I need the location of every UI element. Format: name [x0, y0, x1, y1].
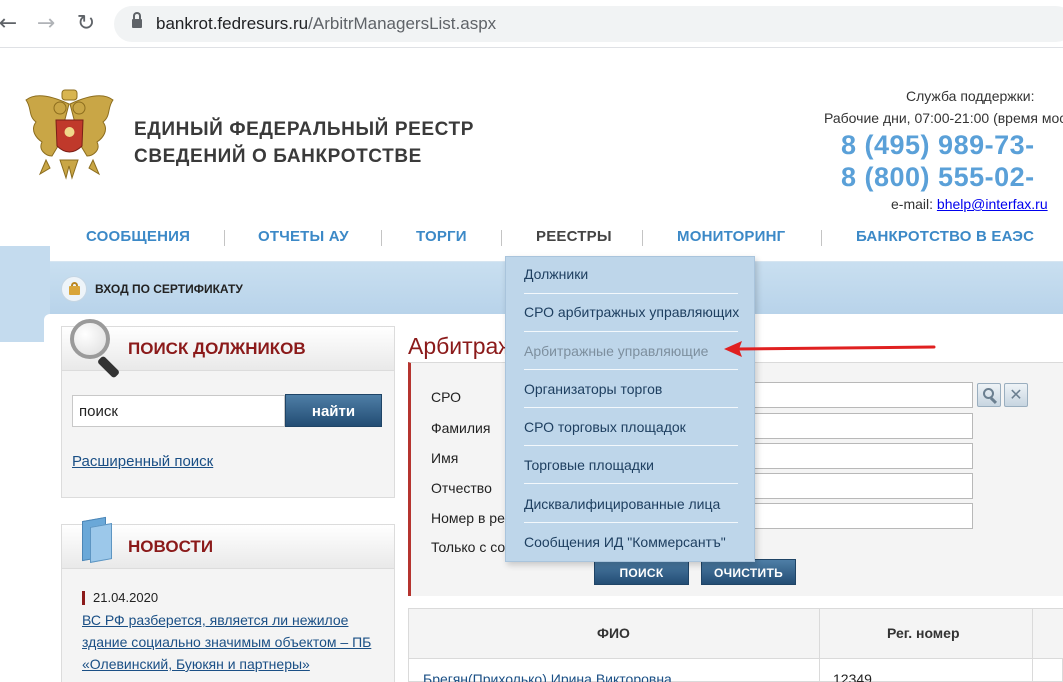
- back-icon[interactable]: ←: [0, 10, 22, 38]
- forward-icon[interactable]: →: [32, 10, 60, 38]
- news-title: НОВОСТИ: [128, 537, 214, 556]
- patronymic-input[interactable]: [744, 473, 973, 499]
- email-label: e-mail:: [891, 196, 934, 212]
- column-header-fio[interactable]: ФИО: [597, 625, 630, 641]
- menu-separator: [224, 230, 225, 246]
- page-title: Арбитраж: [408, 333, 514, 359]
- dropdown-separator: [524, 407, 738, 408]
- url-path: /ArbitrManagersList.aspx: [308, 14, 497, 33]
- dropdown-item-sro-trade-platforms[interactable]: СРО торговых площадок: [524, 419, 686, 435]
- menu-item-registries[interactable]: РЕЕСТРЫ: [536, 228, 612, 245]
- dropdown-separator: [524, 522, 738, 523]
- menu-item-eaeu-bankruptcy[interactable]: БАНКРОТСТВО В ЕАЭС: [856, 228, 1034, 245]
- label-first-name: Имя: [431, 450, 459, 466]
- support-phone-1: 8 (495) 989-73-: [841, 130, 1035, 160]
- column-divider: [819, 609, 820, 682]
- label-sro: СРО: [431, 389, 462, 405]
- column-divider: [1032, 609, 1033, 682]
- label-only-with: Только с со: [431, 539, 506, 555]
- reload-icon[interactable]: ↻: [72, 10, 100, 38]
- newspaper-icon: [78, 516, 114, 567]
- dropdown-item-sro-managers[interactable]: СРО арбитражных управляющих: [524, 304, 739, 320]
- dropdown-separator: [524, 293, 738, 294]
- find-button[interactable]: найти: [285, 394, 382, 427]
- registries-dropdown: Должники СРО арбитражных управляющих Арб…: [505, 256, 755, 562]
- certificate-lock-icon[interactable]: [61, 276, 87, 302]
- dropdown-separator: [524, 369, 738, 370]
- site-title-line2: СВЕДЕНИЙ О БАНКРОТСТВЕ: [134, 146, 422, 167]
- menu-separator: [501, 230, 502, 246]
- menu-separator: [381, 230, 382, 246]
- menu-item-trades[interactable]: ТОРГИ: [416, 228, 467, 245]
- site-title[interactable]: ЕДИНЫЙ ФЕДЕРАЛЬНЫЙ РЕЕСТР СВЕДЕНИЙ О БАН…: [134, 116, 474, 170]
- column-header-reg-number[interactable]: Рег. номер: [887, 625, 960, 641]
- table-row-name-link[interactable]: Брегян(Прихолько) Ирина Викторовна: [423, 671, 672, 682]
- support-phone-2: 8 (800) 555-02-: [841, 162, 1035, 192]
- dropdown-separator: [524, 445, 738, 446]
- support-hours: Рабочие дни, 07:00-21:00 (время моск: [824, 110, 1063, 126]
- url-text[interactable]: bankrot.fedresurs.ru/ArbitrManagersList.…: [156, 14, 496, 34]
- certificate-login-link[interactable]: ВХОД ПО СЕРТИФИКАТУ: [95, 282, 243, 296]
- menu-separator: [642, 230, 643, 246]
- label-reg-number: Номер в ре: [431, 510, 505, 526]
- sro-input[interactable]: [744, 382, 973, 408]
- sro-search-icon[interactable]: [977, 383, 1001, 407]
- browser-toolbar: ← → ↻ bankrot.fedresurs.ru/ArbitrManager…: [0, 0, 1063, 48]
- support-email-link[interactable]: bhelp@interfax.ru: [937, 196, 1048, 212]
- annotation-arrow-icon: [724, 341, 936, 357]
- first-name-input[interactable]: [744, 443, 973, 469]
- news-header: НОВОСТИ: [62, 516, 394, 569]
- clear-button[interactable]: ОЧИСТИТЬ: [701, 559, 796, 585]
- page: ← → ↻ bankrot.fedresurs.ru/ArbitrManager…: [0, 0, 1063, 682]
- url-host: bankrot.fedresurs.ru: [156, 14, 309, 33]
- news-box: НОВОСТИ 21.04.2020 ВС РФ разберется, явл…: [61, 516, 395, 682]
- dropdown-item-debtors[interactable]: Должники: [524, 266, 588, 282]
- support-email-row: e-mail: bhelp@interfax.ru: [891, 196, 1048, 212]
- menu-item-au-reports[interactable]: ОТЧЕТЫ АУ: [258, 228, 349, 245]
- debtor-search-box: ПОИСК ДОЛЖНИКОВ найти Расширенный поиск: [61, 319, 395, 498]
- table-row-reg-number: 12349: [833, 671, 872, 682]
- reg-number-input[interactable]: [744, 503, 973, 529]
- dropdown-item-arbitration-managers[interactable]: Арбитражные управляющие: [524, 343, 708, 359]
- site-title-line1: ЕДИНЫЙ ФЕДЕРАЛЬНЫЙ РЕЕСТР: [134, 119, 474, 140]
- results-table: ФИО Рег. номер Брегян(Прихолько) Ирина В…: [408, 608, 1063, 682]
- band-left-decoration: [0, 246, 50, 342]
- debtor-search-title: ПОИСК ДОЛЖНИКОВ: [128, 339, 306, 358]
- dropdown-item-trade-organizers[interactable]: Организаторы торгов: [524, 381, 662, 397]
- dropdown-separator: [524, 483, 738, 484]
- news-item-link[interactable]: ВС РФ разберется, является ли нежилое зд…: [82, 609, 382, 675]
- search-button[interactable]: ПОИСК: [594, 559, 689, 585]
- advanced-search-link[interactable]: Расширенный поиск: [72, 453, 213, 470]
- magnifier-icon: [70, 319, 122, 379]
- table-header: [409, 609, 1063, 659]
- support-label: Служба поддержки:: [906, 88, 1035, 104]
- dropdown-separator: [524, 331, 738, 332]
- label-patronymic: Отчество: [431, 480, 492, 496]
- lock-icon[interactable]: [132, 12, 142, 29]
- news-date: 21.04.2020: [82, 591, 158, 605]
- menu-item-messages[interactable]: СООБЩЕНИЯ: [86, 228, 190, 245]
- dropdown-item-disqualified[interactable]: Дисквалифицированные лица: [524, 496, 720, 512]
- debtor-search-header: ПОИСК ДОЛЖНИКОВ: [62, 319, 394, 379]
- label-last-name: Фамилия: [431, 420, 491, 436]
- menu-separator: [821, 230, 822, 246]
- sro-clear-icon[interactable]: ✕: [1004, 383, 1028, 407]
- menu-item-monitoring[interactable]: МОНИТОРИНГ: [677, 228, 785, 245]
- last-name-input[interactable]: [744, 413, 973, 439]
- coat-of-arms-icon: [25, 89, 114, 180]
- dropdown-item-kommersant[interactable]: Сообщения ИД "Коммерсантъ": [524, 534, 726, 550]
- address-bar[interactable]: bankrot.fedresurs.ru/ArbitrManagersList.…: [114, 6, 1063, 42]
- dropdown-item-trade-platforms[interactable]: Торговые площадки: [524, 457, 654, 473]
- debtor-search-input[interactable]: [72, 395, 285, 427]
